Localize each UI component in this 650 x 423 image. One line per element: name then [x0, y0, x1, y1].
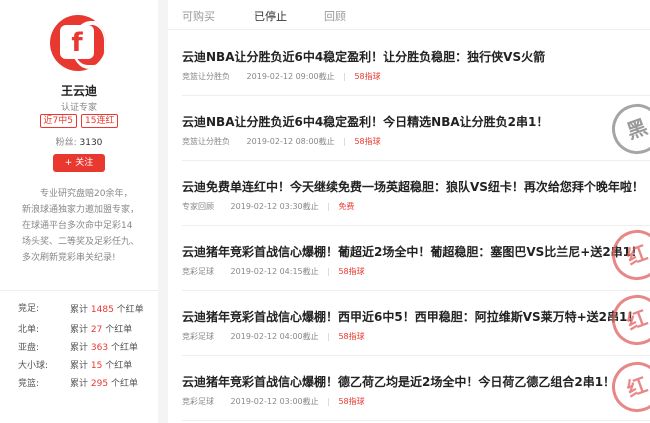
status-badge: 近7中5 — [39, 114, 77, 128]
plan-title[interactable]: 云迪猪年竞彩首战信心爆棚！西甲近6中5！西甲稳胆：阿拉维斯VS莱万特+送2串1！ — [182, 308, 642, 325]
plan-meta: 竞彩足球 2019-02-12 04:15截止 | 58指球 — [182, 267, 365, 276]
plan-meta: 竞篮让分胜负 2019-02-12 09:00截止 | 58指球 — [182, 72, 381, 81]
stat-row: 竞篮: 累计 295 个红单 — [18, 377, 153, 391]
list-item[interactable]: 云迪猪年竞彩首战信心爆棚！葡超近2场全中！葡超稳胆：塞图巴VS比兰尼+送2串1！… — [182, 226, 650, 291]
plan-title[interactable]: 云迪猪年竞彩首战信心爆棚！葡超近2场全中！葡超稳胆：塞图巴VS比兰尼+送2串1！ — [182, 243, 643, 260]
plan-deadline: 2019-02-12 08:00截止 — [246, 137, 335, 146]
expert-name: 王云迪 — [60, 84, 97, 98]
plan-deadline: 2019-02-12 09:00截止 — [246, 72, 335, 81]
tab-stopped[interactable]: 已停止 — [254, 8, 287, 24]
plan-price: 58指球 — [338, 332, 365, 341]
plan-category: 竞篮让分胜负 — [182, 137, 230, 146]
fans-label: 粉丝: — [55, 138, 77, 148]
list-item[interactable]: 云迪免费单连红中！今天继续免费一场英超稳胆：狼队VS纽卡！再次给您拜个晚年啦！ … — [182, 161, 650, 226]
stat-label: 竞足: — [18, 304, 40, 314]
logo-f-icon: f — [60, 25, 94, 59]
list-item[interactable]: 云迪NBA让分胜负近6中4稳定盈利！今日精选NBA让分胜负2串1！ 竞篮让分胜负… — [182, 96, 650, 161]
stat-row: 亚盘: 累计 363 个红单 — [18, 341, 153, 355]
result-stamp-icon: 黑 — [604, 96, 650, 160]
stat-prefix: 累计 — [70, 361, 89, 371]
plan-deadline: 2019-02-12 03:30截止 — [230, 202, 319, 211]
plan-price: 免费 — [338, 202, 355, 211]
stat-suffix: 个红单 — [105, 361, 133, 371]
plan-category: 竞彩足球 — [182, 332, 214, 341]
stat-row: 北单: 累计 27 个红单 — [18, 323, 153, 337]
list-item[interactable]: 云迪猪年竞彩首战信心爆棚！西甲近6中5！西甲稳胆：阿拉维斯VS莱万特+送2串1！… — [182, 291, 650, 356]
stat-prefix: 累计 — [70, 379, 89, 389]
plan-category: 专家回顾 — [182, 202, 214, 211]
stat-label: 北单: — [18, 325, 40, 335]
plan-list: 云迪NBA让分胜负近6中4稳定盈利！让分胜负稳胆：独行侠VS火箭 竞篮让分胜负 … — [182, 31, 650, 421]
plan-title[interactable]: 云迪免费单连红中！今天继续免费一场英超稳胆：狼队VS纽卡！再次给您拜个晚年啦！ — [182, 178, 644, 195]
plan-price: 58指球 — [354, 72, 381, 81]
plan-meta: 专家回顾 2019-02-12 03:30截止 | 免费 — [182, 202, 355, 211]
status-badge: 15连红 — [81, 114, 119, 128]
tab-bar: 可购买 已停止 回顾 — [168, 0, 650, 30]
stat-count: 295 — [90, 379, 109, 389]
plan-price: 58指球 — [354, 137, 381, 146]
plan-meta: 竞彩足球 2019-02-12 04:00截止 | 58指球 — [182, 332, 365, 341]
plan-title[interactable]: 云迪NBA让分胜负近6中4稳定盈利！让分胜负稳胆：独行侠VS火箭 — [182, 48, 642, 65]
plan-title[interactable]: 云迪猪年竞彩首战信心爆棚！德乙荷乙均是近2场全中！今日荷乙德乙组合2串1！ — [182, 373, 642, 390]
result-stamp-icon: 红 — [604, 356, 650, 420]
stat-count: 363 — [90, 343, 109, 353]
stat-count: 27 — [90, 325, 103, 335]
avatar[interactable]: f — [50, 15, 106, 71]
list-item[interactable]: 云迪猪年竞彩首战信心爆棚！德乙荷乙均是近2场全中！今日荷乙德乙组合2串1！ 竞彩… — [182, 356, 650, 421]
plan-list-panel: 可购买 已停止 回顾 云迪NBA让分胜负近6中4稳定盈利！让分胜负稳胆：独行侠V… — [168, 0, 650, 423]
stat-row: 大小球: 累计 15 个红单 — [18, 359, 153, 373]
expert-description: 专业研究盘赔20余年，新浪球通独家力邀加盟专家，在球通平台多次命中足彩14场头奖… — [22, 189, 140, 263]
plan-deadline: 2019-02-12 04:15截止 — [230, 267, 319, 276]
result-stamp-icon: 红 — [604, 291, 650, 353]
plan-category: 竞彩足球 — [182, 397, 214, 406]
plan-deadline: 2019-02-12 04:00截止 — [230, 332, 319, 341]
stat-row: 竞足: 累计 1485 个红单 — [18, 302, 153, 319]
stat-prefix: 累计 — [70, 343, 89, 353]
tab-purchasable[interactable]: 可购买 — [182, 8, 215, 24]
stat-suffix: 个红单 — [116, 305, 144, 315]
expert-sidebar: f 王云迪 认证专家 近7中5 15连红 粉丝: 3130 + 关注 专业研究盘… — [0, 0, 158, 423]
fans-count: 粉丝: 3130 — [0, 135, 158, 148]
stat-prefix: 累计 — [70, 325, 89, 335]
stat-suffix: 个红单 — [105, 325, 133, 335]
stats-list: 竞足: 累计 1485 个红单 北单: 累计 27 个红单 亚盘: 累计 363… — [18, 302, 153, 391]
stat-prefix: 累计 — [70, 305, 89, 315]
stat-label: 竞篮: — [18, 379, 40, 389]
tab-review[interactable]: 回顾 — [324, 8, 346, 24]
stat-suffix: 个红单 — [110, 379, 138, 389]
badge-group: 近7中5 15连红 — [0, 114, 158, 128]
plan-category: 竞篮让分胜负 — [182, 72, 230, 81]
result-stamp-icon: 红 — [604, 226, 650, 288]
stat-suffix: 个红单 — [110, 343, 138, 353]
fans-value: 3130 — [79, 138, 103, 148]
plan-price: 58指球 — [338, 397, 365, 406]
plan-deadline: 2019-02-12 03:00截止 — [230, 397, 319, 406]
stat-count: 15 — [90, 361, 103, 371]
plan-title[interactable]: 云迪NBA让分胜负近6中4稳定盈利！今日精选NBA让分胜负2串1！ — [182, 113, 642, 130]
plan-price: 58指球 — [338, 267, 365, 276]
stat-label: 亚盘: — [18, 343, 40, 353]
certification-label: 认证专家 — [60, 103, 97, 113]
divider — [0, 290, 158, 291]
stat-count: 1485 — [90, 305, 114, 315]
stat-label: 大小球: — [18, 361, 49, 371]
follow-button[interactable]: + 关注 — [53, 154, 105, 172]
plan-meta: 竞彩足球 2019-02-12 03:00截止 | 58指球 — [182, 397, 365, 406]
plan-category: 竞彩足球 — [182, 267, 214, 276]
plan-meta: 竞篮让分胜负 2019-02-12 08:00截止 | 58指球 — [182, 137, 381, 146]
list-item[interactable]: 云迪NBA让分胜负近6中4稳定盈利！让分胜负稳胆：独行侠VS火箭 竞篮让分胜负 … — [182, 31, 650, 96]
